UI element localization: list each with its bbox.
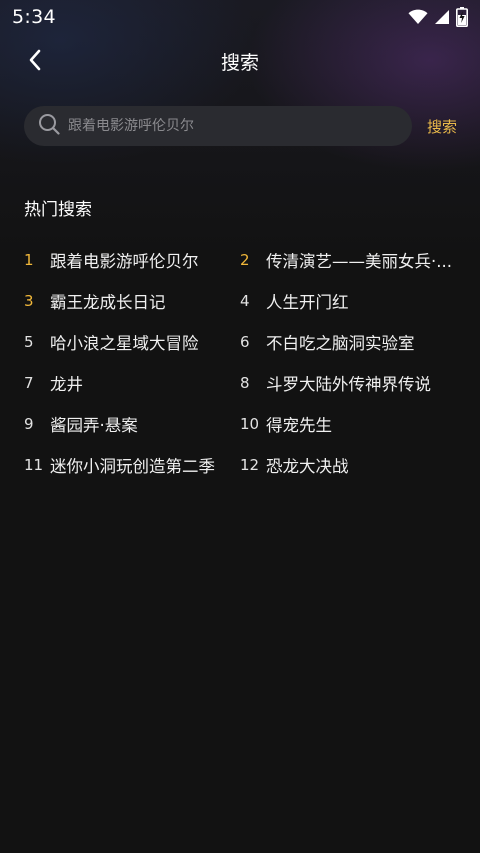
hot-search-rank: 3 (24, 291, 34, 310)
hot-search-label: 迷你小洞玩创造第二季 (50, 456, 215, 476)
hot-search-rank: 9 (24, 414, 34, 433)
hot-search-item-4[interactable]: 4 人生开门红 (240, 280, 456, 321)
hot-search-item-5[interactable]: 5 哈小浪之星域大冒险 (24, 321, 240, 362)
hot-search-rank: 1 (24, 250, 34, 269)
hot-search-label: 人生开门红 (266, 292, 349, 312)
hot-search-item-2[interactable]: 2 传清演艺——美丽女兵·... (240, 239, 456, 280)
hot-search-item-9[interactable]: 9 酱园弄·悬案 (24, 403, 240, 444)
hot-search-item-7[interactable]: 7 龙井 (24, 362, 240, 403)
hot-search-label: 恐龙大决战 (266, 456, 349, 476)
status-bar: 5:34 (0, 0, 480, 34)
hot-search-rank: 2 (240, 250, 250, 269)
search-box[interactable] (24, 106, 412, 146)
screen: 5:34 搜索 跟着电影游呼伦贝尔 搜索 热门搜索 1 跟着电影游呼伦贝尔 2 … (0, 0, 480, 485)
hot-search-label: 霸王龙成长日记 (50, 292, 166, 312)
hot-search-rank: 6 (240, 332, 250, 351)
hot-search-rank: 11 (24, 455, 44, 474)
search-icon (38, 113, 60, 139)
hot-search-list: 1 跟着电影游呼伦贝尔 2 传清演艺——美丽女兵·... 3 霸王龙成长日记 4… (24, 239, 480, 485)
hot-search-title: 热门搜索 (24, 200, 92, 220)
hot-search-item-8[interactable]: 8 斗罗大陆外传神界传说 (240, 362, 456, 403)
hot-search-item-11[interactable]: 11 迷你小洞玩创造第二季 (24, 444, 240, 485)
wifi-icon (408, 9, 428, 25)
hot-search-label: 龙井 (50, 374, 83, 394)
hot-search-label: 跟着电影游呼伦贝尔 (50, 251, 199, 271)
chevron-left-icon (28, 49, 42, 75)
hot-search-rank: 12 (240, 455, 260, 474)
battery-charging-icon (456, 7, 468, 27)
search-input[interactable] (68, 118, 400, 134)
hot-search-item-10[interactable]: 10 得宠先生 (240, 403, 456, 444)
header: 搜索 (0, 34, 480, 88)
hot-search-label: 不白吃之脑洞实验室 (266, 333, 415, 353)
hot-search-rank: 7 (24, 373, 34, 392)
signal-icon (434, 9, 450, 25)
hot-search-item-1[interactable]: 1 跟着电影游呼伦贝尔 (24, 239, 240, 280)
search-button[interactable]: 搜索 (427, 116, 457, 137)
hot-search-rank: 4 (240, 291, 250, 310)
hot-search-label: 斗罗大陆外传神界传说 (266, 374, 431, 394)
hot-search-rank: 5 (24, 332, 34, 351)
hot-search-label: 哈小浪之星域大冒险 (50, 333, 199, 353)
hot-search-label: 酱园弄·悬案 (50, 415, 138, 435)
status-icons (408, 7, 468, 27)
hot-search-label: 传清演艺——美丽女兵·... (266, 251, 452, 271)
hot-search-item-3[interactable]: 3 霸王龙成长日记 (24, 280, 240, 321)
status-time: 5:34 (12, 6, 56, 28)
hot-search-item-6[interactable]: 6 不白吃之脑洞实验室 (240, 321, 456, 362)
hot-search-rank: 8 (240, 373, 250, 392)
search-row: 搜索 (0, 105, 480, 147)
hot-search-rank: 10 (240, 414, 260, 433)
hot-search-label: 得宠先生 (266, 415, 332, 435)
back-button[interactable] (20, 47, 50, 77)
page-title: 搜索 (220, 51, 259, 74)
hot-search-item-12[interactable]: 12 恐龙大决战 (240, 444, 456, 485)
